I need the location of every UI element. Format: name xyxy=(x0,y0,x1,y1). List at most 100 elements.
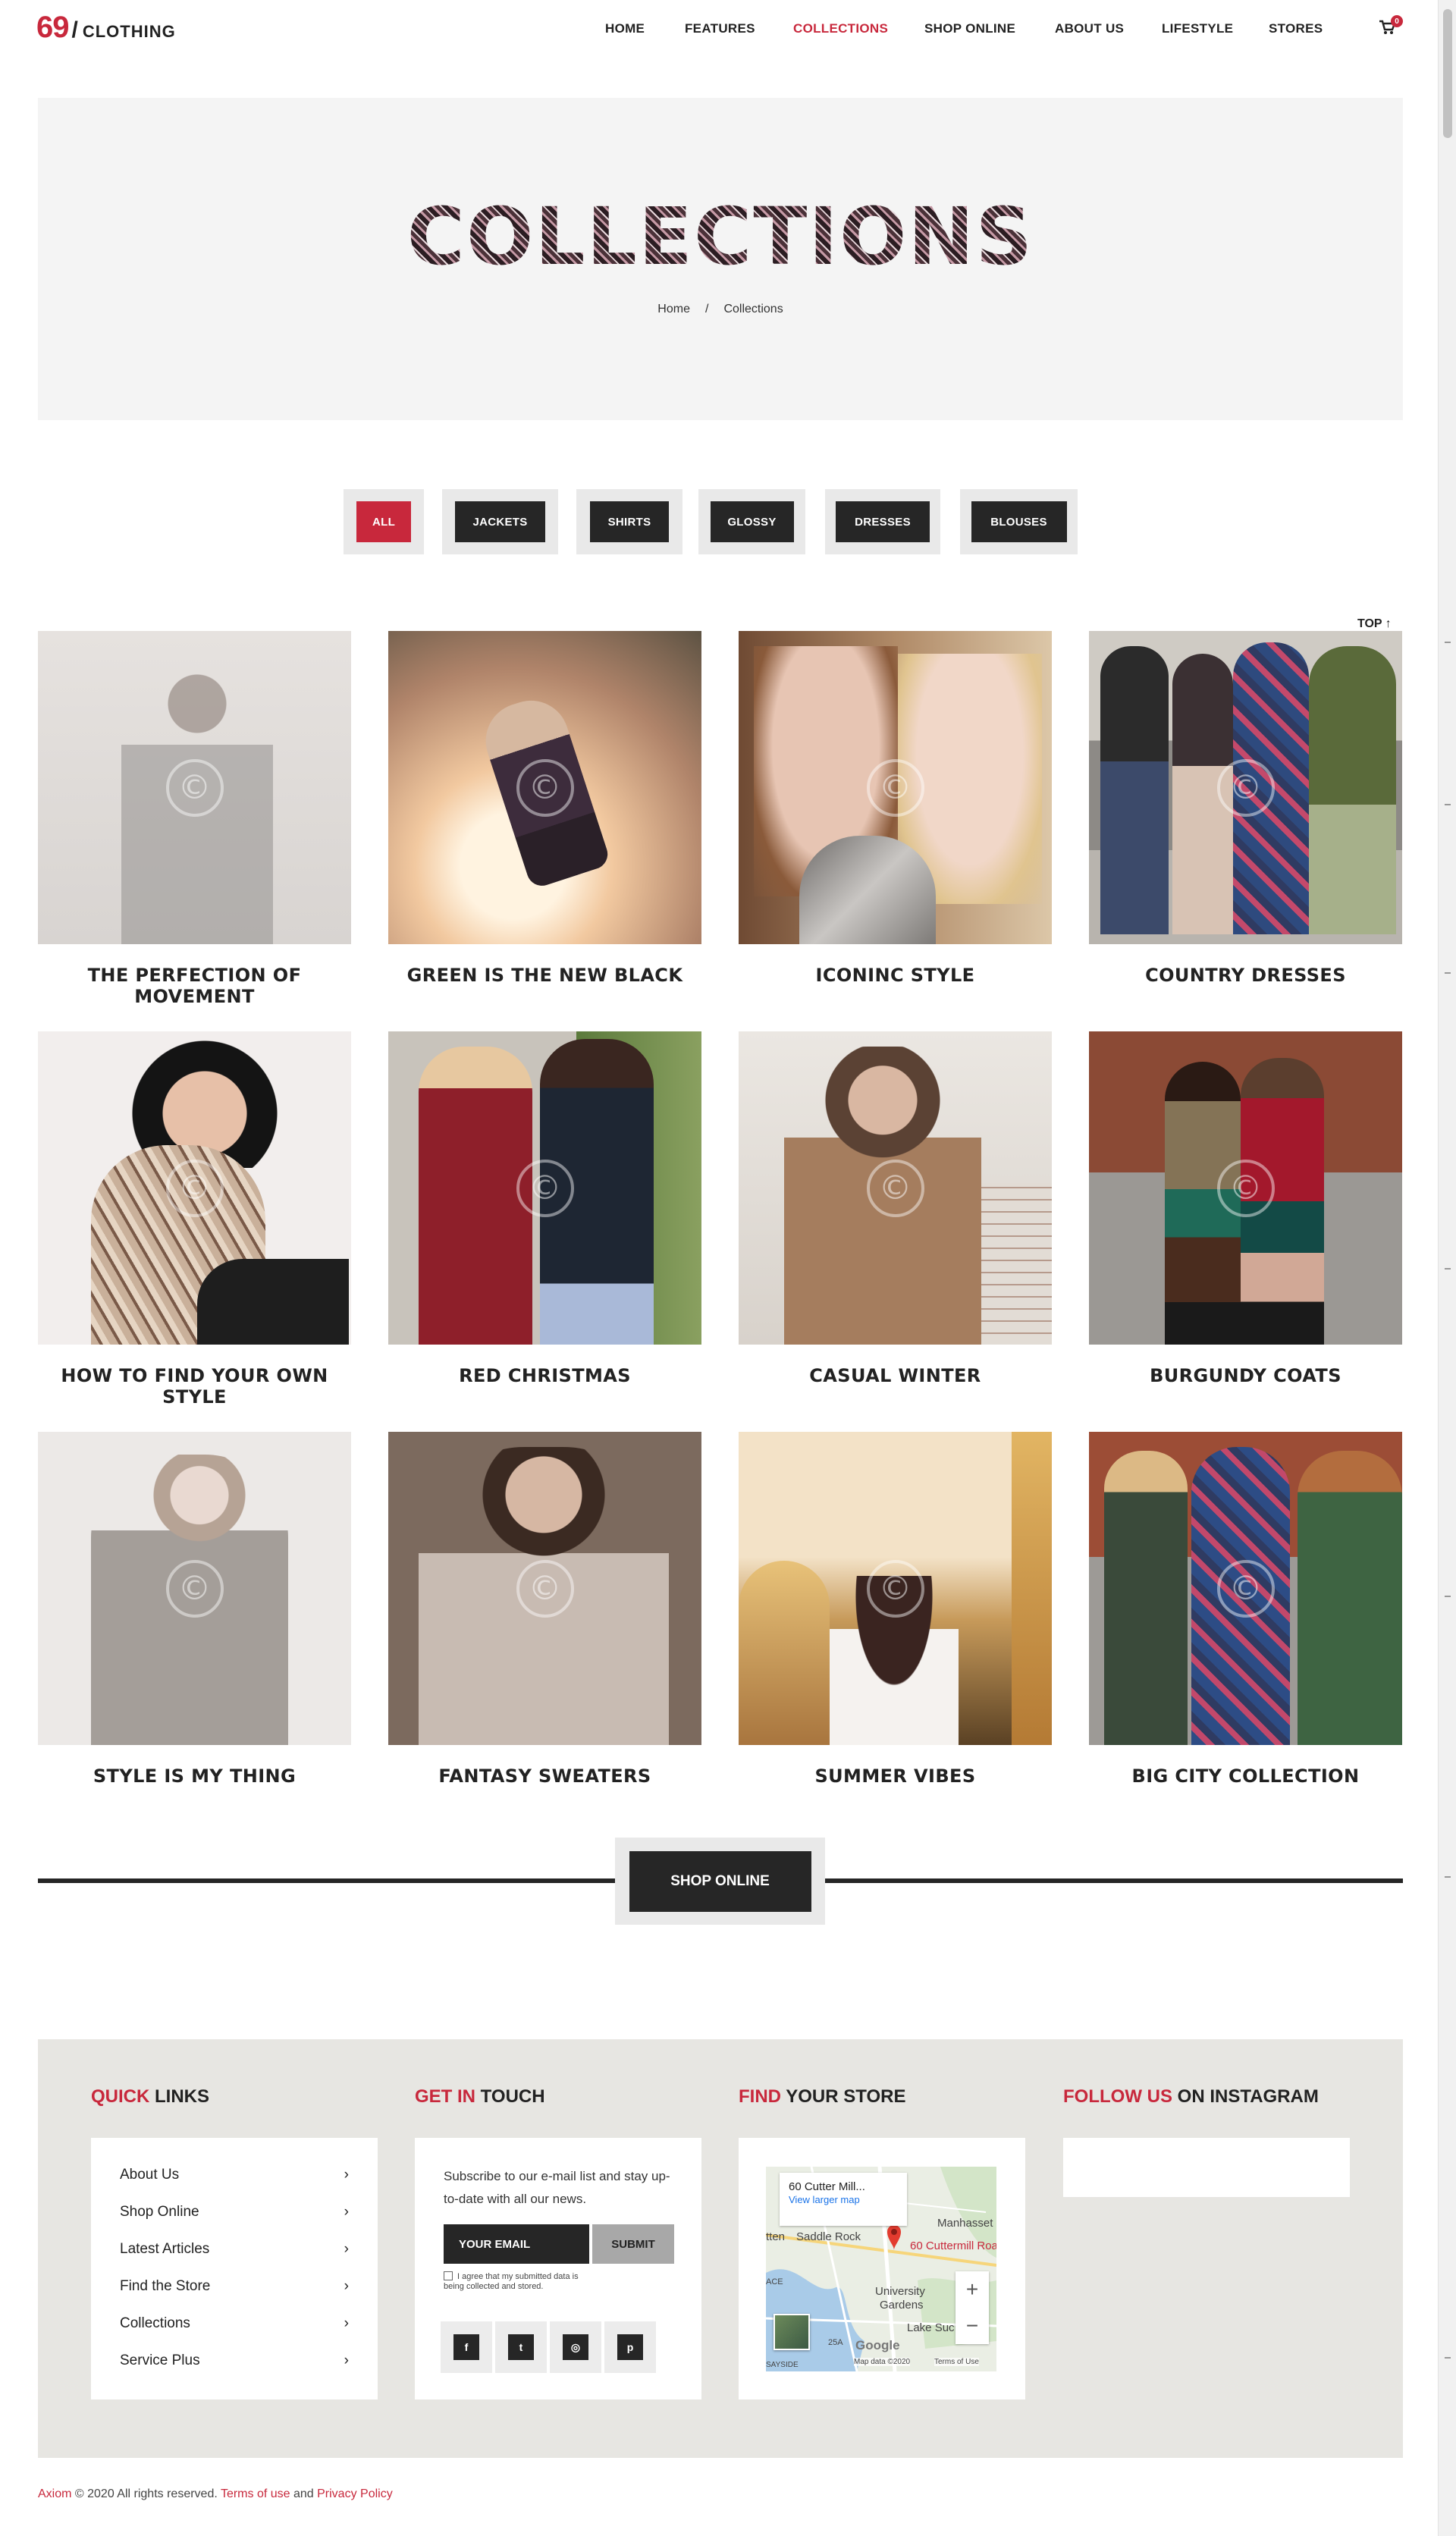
instagram-feed-box xyxy=(1063,2138,1350,2197)
filter-shirts-label[interactable]: SHIRTS xyxy=(590,501,669,542)
collection-card[interactable]: © xyxy=(388,1432,701,1745)
map-label: Manhasset xyxy=(937,2217,993,2230)
collection-card[interactable]: © xyxy=(38,631,351,944)
quick-link-label: Collections xyxy=(120,2315,190,2331)
view-larger-map-link[interactable]: View larger map xyxy=(789,2194,860,2205)
cart-button[interactable]: 0 xyxy=(1379,15,1403,36)
map-attribution: Map data ©2020 xyxy=(854,2358,911,2366)
privacy-link[interactable]: Privacy Policy xyxy=(317,2487,393,2500)
quick-link-shop-online[interactable]: Shop Online › xyxy=(120,2201,349,2224)
scrollbar-thumb[interactable] xyxy=(1443,9,1452,138)
terms-link[interactable]: Terms of use xyxy=(221,2487,290,2500)
collection-title[interactable]: SUMMER VIBES xyxy=(739,1765,1052,1787)
collection-title[interactable]: HOW TO FIND YOUR OWN STYLE xyxy=(38,1365,351,1408)
filter-jackets-label[interactable]: JACKETS xyxy=(455,501,545,542)
scrollbar-marker xyxy=(1445,1876,1451,1878)
submit-button[interactable]: SUBMIT xyxy=(592,2224,674,2264)
collection-title[interactable]: FANTASY SWEATERS xyxy=(388,1765,701,1787)
model-figure xyxy=(1298,1451,1402,1745)
heading-rest: LINKS xyxy=(149,2086,210,2107)
nav-about-us[interactable]: ABOUT US xyxy=(1055,21,1124,36)
collection-card[interactable]: © xyxy=(1089,631,1402,944)
zoom-out-button[interactable]: − xyxy=(956,2308,989,2344)
collection-title[interactable]: THE PERFECTION OF MOVEMENT xyxy=(38,965,351,1007)
collection-card[interactable]: © xyxy=(38,1432,351,1745)
copyright-text: © 2020 All rights reserved. xyxy=(71,2487,221,2500)
pinterest-icon: p xyxy=(617,2334,643,2360)
filter-blouses[interactable]: BLOUSES xyxy=(960,489,1078,554)
google-logo: Google xyxy=(855,2338,900,2352)
nav-features[interactable]: FEATURES xyxy=(685,21,755,36)
collection-card[interactable]: © xyxy=(388,631,701,944)
consent-checkbox-row[interactable]: I agree that my submitted data is being … xyxy=(444,2271,595,2292)
collection-card[interactable]: © xyxy=(388,1031,701,1345)
facebook-icon: f xyxy=(453,2334,479,2360)
map-label: Lake Suc xyxy=(907,2321,955,2334)
find-store-heading: FIND YOUR STORE xyxy=(739,2086,905,2108)
collection-title[interactable]: BURGUNDY COATS xyxy=(1089,1365,1402,1386)
filter-all-label[interactable]: ALL xyxy=(356,501,411,542)
quick-link-find-the-store[interactable]: Find the Store › xyxy=(120,2275,349,2298)
collection-title[interactable]: COUNTRY DRESSES xyxy=(1089,965,1402,986)
email-input[interactable]: YOUR EMAIL xyxy=(444,2224,589,2264)
social-facebook[interactable]: f xyxy=(441,2321,492,2373)
back-to-top-link[interactable]: TOP ↑ xyxy=(1357,617,1392,631)
main-nav: HOME FEATURES COLLECTIONS SHOP ONLINE AB… xyxy=(0,21,1438,36)
collection-card[interactable]: © xyxy=(1089,1432,1402,1745)
page-scrollbar[interactable] xyxy=(1438,0,1456,2536)
filter-glossy-label[interactable]: GLOSSY xyxy=(710,501,794,542)
nav-lifestyle[interactable]: LIFESTYLE xyxy=(1162,21,1233,36)
store-map[interactable]: 60 Cutter Mill... View larger map 60 Cut… xyxy=(766,2167,996,2371)
map-terms-link[interactable]: Terms of Use xyxy=(934,2358,979,2366)
quick-link-latest-articles[interactable]: Latest Articles › xyxy=(120,2238,349,2261)
collection-title[interactable]: RED CHRISTMAS xyxy=(388,1365,701,1386)
zoom-in-button[interactable]: + xyxy=(956,2271,989,2308)
brand-link[interactable]: Axiom xyxy=(38,2487,71,2500)
nav-stores[interactable]: STORES xyxy=(1269,21,1323,36)
collection-card[interactable]: © xyxy=(739,1031,1052,1345)
collection-title[interactable]: STYLE IS MY THING xyxy=(38,1765,351,1787)
filter-dresses[interactable]: DRESSES xyxy=(825,489,940,554)
filter-shirts[interactable]: SHIRTS xyxy=(576,489,682,554)
copyright-line: Axiom © 2020 All rights reserved. Terms … xyxy=(38,2487,393,2501)
filter-dresses-label[interactable]: DRESSES xyxy=(836,501,930,542)
watermark-icon: © xyxy=(866,1159,924,1217)
collection-title[interactable]: GREEN IS THE NEW BLACK xyxy=(388,965,701,986)
quick-link-service-plus[interactable]: Service Plus › xyxy=(120,2349,349,2372)
social-pinterest[interactable]: p xyxy=(604,2321,656,2373)
collection-title[interactable]: ICONINC STYLE xyxy=(739,965,1052,986)
filter-jackets[interactable]: JACKETS xyxy=(442,489,558,554)
quick-link-label: Latest Articles xyxy=(120,2241,210,2257)
nav-collections[interactable]: COLLECTIONS xyxy=(793,21,888,36)
quick-link-label: Shop Online xyxy=(120,2204,199,2220)
collection-title[interactable]: BIG CITY COLLECTION xyxy=(1089,1765,1402,1787)
collection-card[interactable]: © xyxy=(739,631,1052,944)
heading-rest: TOUCH xyxy=(475,2086,545,2107)
satellite-toggle-button[interactable] xyxy=(774,2314,810,2350)
map-label: Saddle Rock xyxy=(796,2230,861,2243)
social-twitter[interactable]: t xyxy=(495,2321,547,2373)
map-label: tten xyxy=(766,2230,786,2243)
quick-link-about-us[interactable]: About Us › xyxy=(120,2164,349,2186)
consent-checkbox[interactable] xyxy=(444,2271,453,2280)
collection-card[interactable]: © xyxy=(739,1432,1052,1745)
breadcrumb-home[interactable]: Home xyxy=(657,303,690,315)
filter-glossy[interactable]: GLOSSY xyxy=(698,489,805,554)
chevron-right-icon: › xyxy=(344,2278,349,2294)
collection-card[interactable]: © xyxy=(38,1031,351,1345)
site-footer: QUICK LINKS About Us › Shop Online › Lates… xyxy=(38,2039,1403,2458)
social-instagram[interactable]: ◎ xyxy=(550,2321,601,2373)
filter-all[interactable]: ALL xyxy=(344,489,424,554)
nav-shop-online[interactable]: SHOP ONLINE xyxy=(924,21,1015,36)
quick-link-collections[interactable]: Collections › xyxy=(120,2312,349,2335)
map-label: ACE xyxy=(766,2277,783,2286)
model-figure xyxy=(197,1259,349,1345)
get-in-touch-heading: GET IN TOUCH xyxy=(415,2086,545,2108)
filter-blouses-label[interactable]: BLOUSES xyxy=(971,501,1067,542)
nav-home[interactable]: HOME xyxy=(605,21,645,36)
collection-title[interactable]: CASUAL WINTER xyxy=(739,1365,1052,1386)
breadcrumb: Home / Collections xyxy=(38,303,1403,316)
shop-online-button[interactable]: SHOP ONLINE xyxy=(629,1850,811,1912)
collection-card[interactable]: © xyxy=(1089,1031,1402,1345)
scrollbar-marker xyxy=(1445,1596,1451,1597)
